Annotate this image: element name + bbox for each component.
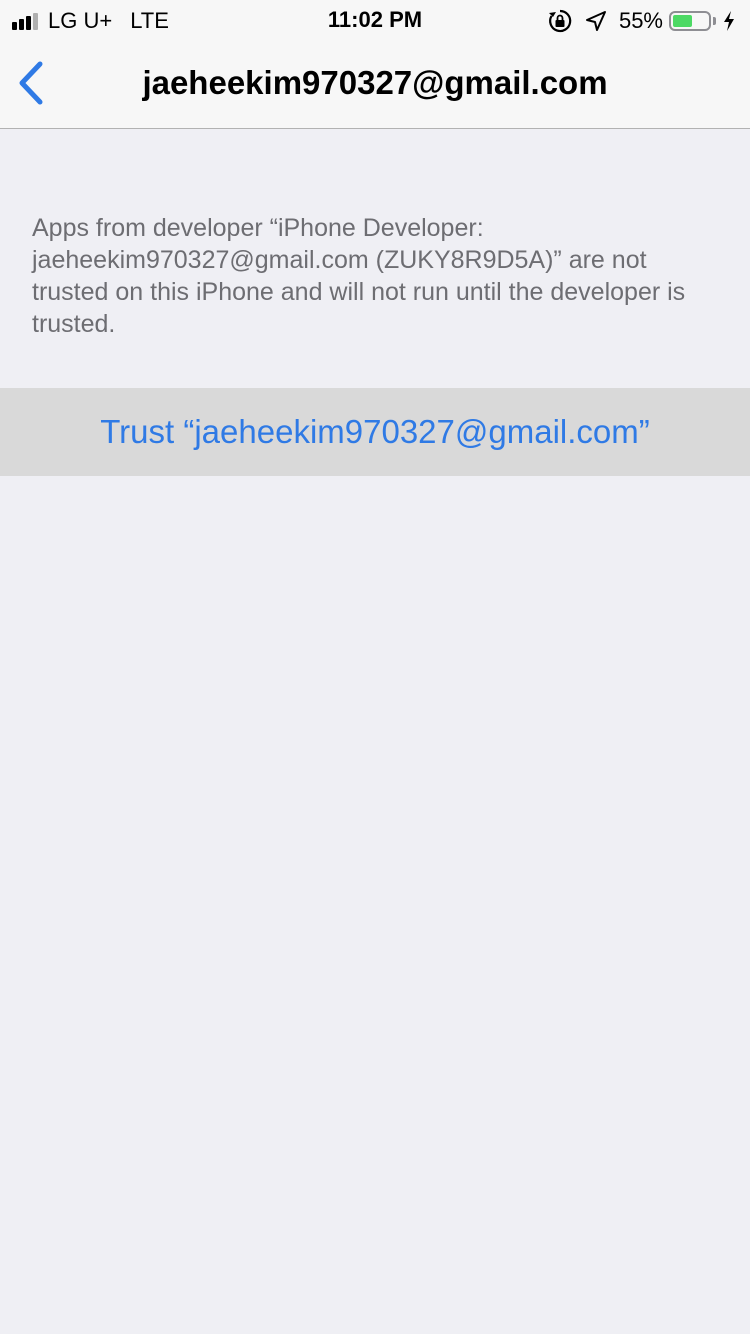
charging-icon (724, 11, 734, 31)
orientation-lock-icon (548, 9, 572, 33)
status-bar: LG U+ LTE 11:02 PM 55% (0, 0, 750, 40)
trust-developer-button[interactable]: Trust “jaeheekim970327@gmail.com” (0, 388, 750, 476)
battery-level-fill (673, 15, 692, 27)
page-title: jaeheekim970327@gmail.com (142, 64, 608, 101)
battery-percent: 55% (618, 8, 663, 33)
battery-icon (669, 11, 711, 31)
navigation-bar: jaeheekim970327@gmail.com (0, 40, 750, 129)
battery-cap (713, 17, 716, 25)
trust-description: Apps from developer “iPhone Developer: j… (32, 214, 686, 338)
trust-button-label: Trust “jaeheekim970327@gmail.com” (100, 413, 650, 450)
status-right: 55% (547, 7, 736, 35)
location-icon (585, 11, 606, 31)
